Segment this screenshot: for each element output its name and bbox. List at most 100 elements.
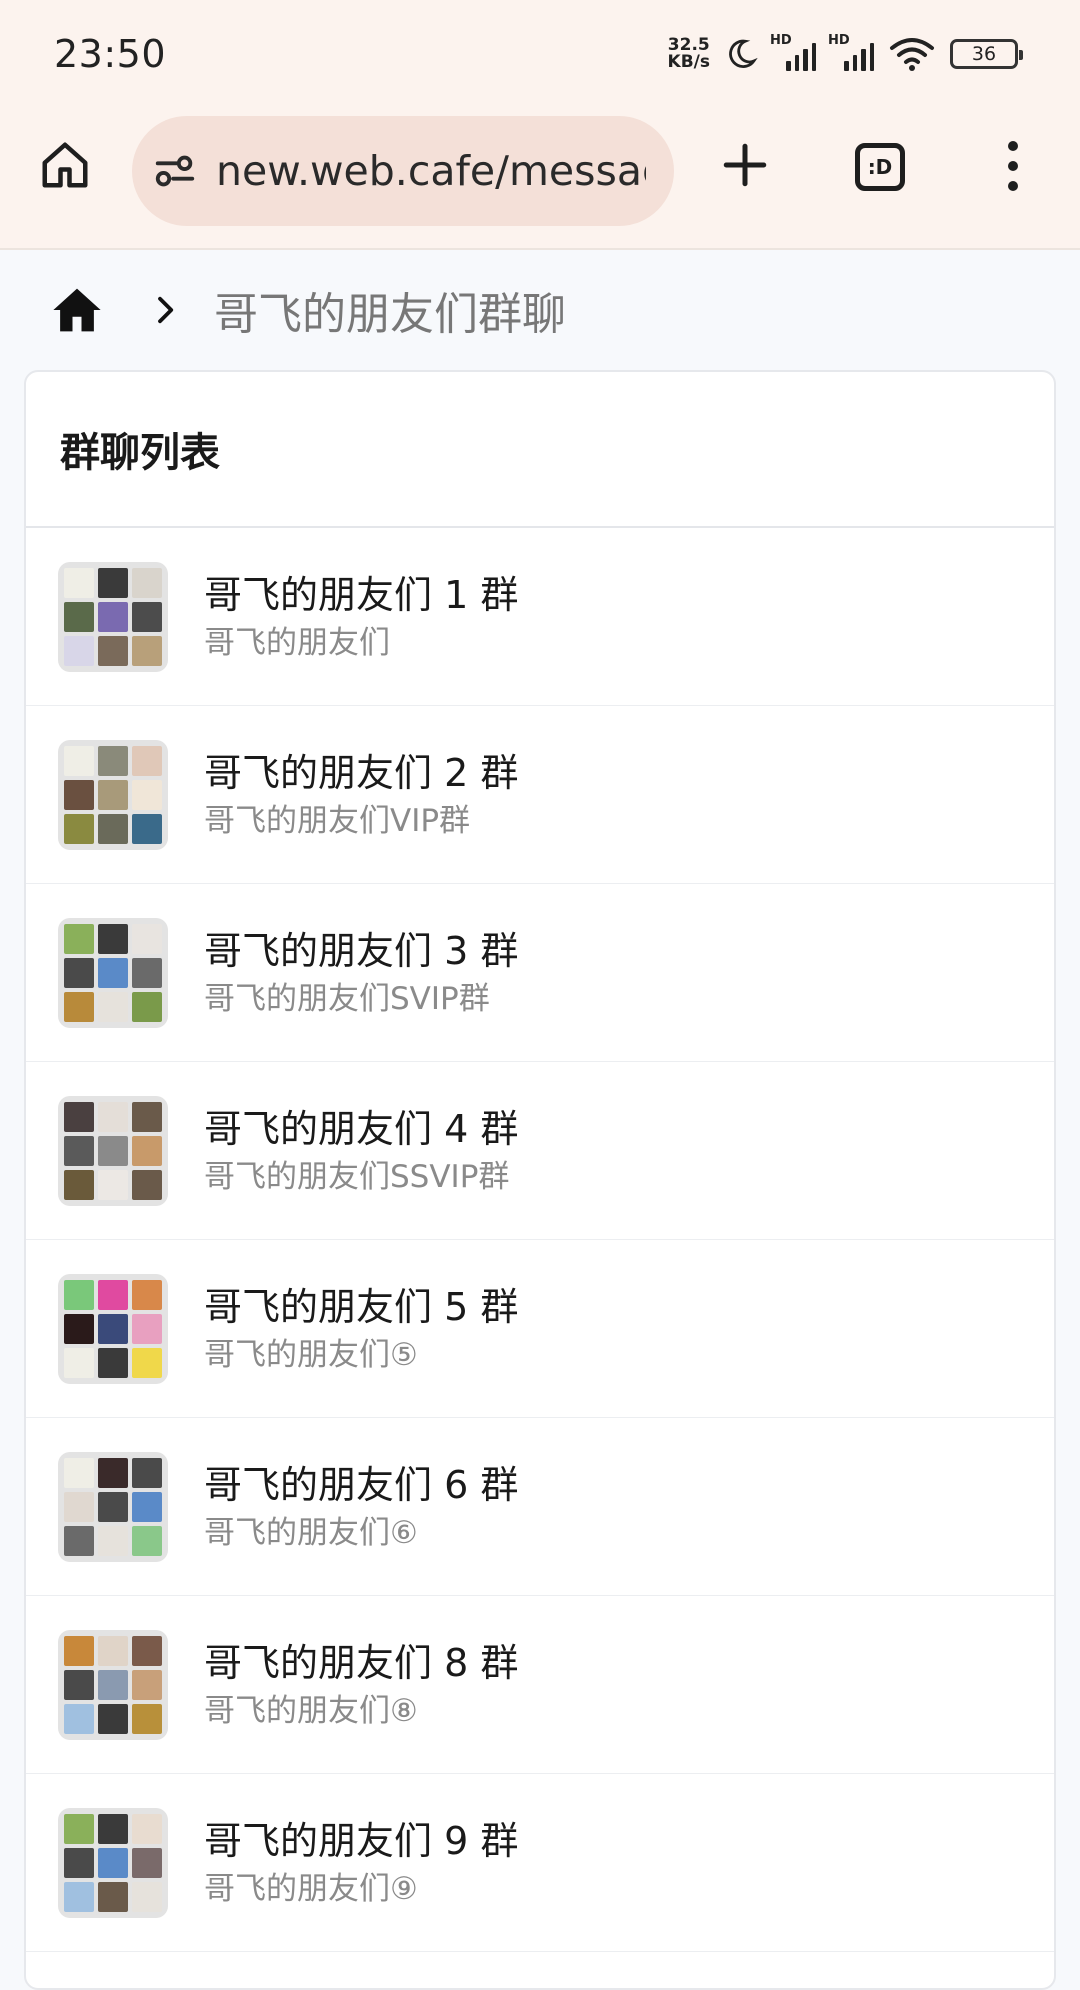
group-item[interactable]: 哥飞的朋友们 9 群哥飞的朋友们⑨ [26, 1774, 1054, 1952]
new-tab-button[interactable] [716, 136, 774, 194]
avatar-tile [132, 635, 162, 666]
avatar-tile [64, 1169, 94, 1200]
home-outline-icon [42, 142, 88, 188]
group-description: 哥飞的朋友们⑧ [204, 1692, 418, 1729]
home-icon[interactable] [50, 283, 104, 337]
avatar-tile [132, 1101, 162, 1132]
browser-toolbar: new.web.cafe/messag :D [0, 108, 1080, 250]
avatar-tile [64, 635, 94, 666]
avatar-tile [64, 991, 94, 1022]
site-settings-icon[interactable] [152, 148, 198, 194]
group-text: 哥飞的朋友们 6 群哥飞的朋友们⑥ [204, 1459, 518, 1555]
group-description: 哥飞的朋友们VIP群 [204, 802, 471, 839]
avatar-tile [64, 1491, 94, 1522]
avatar-tile [64, 567, 94, 598]
battery-icon: 36 [950, 39, 1023, 69]
avatar-tile [132, 1169, 162, 1200]
avatar-tile [98, 1457, 128, 1488]
avatar-tile [132, 1635, 162, 1666]
avatar-tile [64, 1881, 94, 1912]
card-header: 群聊列表 [26, 372, 1054, 528]
group-text: 哥飞的朋友们 4 群哥飞的朋友们SSVIP群 [204, 1103, 518, 1199]
avatar-tile [98, 601, 128, 632]
address-bar[interactable]: new.web.cafe/messag [132, 116, 674, 226]
avatar-tile [64, 1135, 94, 1166]
avatar-tile [64, 923, 94, 954]
group-item[interactable]: 哥飞的朋友们 1 群哥飞的朋友们 [26, 528, 1054, 706]
avatar-tile [98, 1635, 128, 1666]
avatar-tile [132, 1457, 162, 1488]
avatar-tile [64, 1457, 94, 1488]
avatar-tile [132, 1813, 162, 1844]
group-avatar [58, 1095, 168, 1206]
group-text: 哥飞的朋友们 5 群哥飞的朋友们⑤ [204, 1281, 518, 1377]
group-description: 哥飞的朋友们SVIP群 [204, 980, 490, 1017]
avatar-tile [98, 1101, 128, 1132]
breadcrumb-current: 哥飞的朋友们群聊 [214, 289, 566, 340]
avatar-tile [64, 1847, 94, 1878]
group-description: 哥飞的朋友们⑤ [204, 1336, 418, 1373]
browser-home-button[interactable] [36, 136, 94, 194]
avatar-tile [64, 957, 94, 988]
avatar-tile [64, 1669, 94, 1700]
avatar-tile [64, 1703, 94, 1734]
group-list-card: 群聊列表 哥飞的朋友们 1 群哥飞的朋友们哥飞的朋友们 2 群哥飞的朋友们VIP… [24, 370, 1056, 1990]
group-name: 哥飞的朋友们 8 群 [204, 1640, 519, 1685]
avatar-tile [64, 1279, 94, 1310]
avatar-tile [64, 601, 94, 632]
more-menu-button[interactable] [995, 136, 1031, 196]
avatar-tile [64, 745, 94, 776]
group-avatar [58, 561, 168, 672]
avatar-tile [132, 1881, 162, 1912]
avatar-tile [98, 745, 128, 776]
card-title: 群聊列表 [60, 430, 220, 476]
group-avatar [58, 1451, 168, 1562]
group-item[interactable]: 哥飞的朋友们 4 群哥飞的朋友们SSVIP群 [26, 1062, 1054, 1240]
avatar-tile [132, 1279, 162, 1310]
avatar-tile [98, 1881, 128, 1912]
status-icons: 32.5 KB/s HD HD 36 [668, 33, 1023, 72]
avatar-tile [132, 567, 162, 598]
avatar-tile [98, 1847, 128, 1878]
group-text: 哥飞的朋友们 8 群哥飞的朋友们⑧ [204, 1637, 518, 1733]
group-name: 哥飞的朋友们 1 群 [204, 572, 519, 617]
avatar-tile [132, 1491, 162, 1522]
moon-icon [729, 39, 758, 68]
avatar-tile [64, 1525, 94, 1556]
group-name: 哥飞的朋友们 2 群 [204, 750, 519, 795]
avatar-tile [98, 567, 128, 598]
group-avatar [58, 739, 168, 850]
group-avatar [58, 1273, 168, 1384]
avatar-tile [132, 1347, 162, 1378]
avatar-tile [98, 923, 128, 954]
avatar-tile [98, 1135, 128, 1166]
avatar-tile [132, 813, 162, 844]
avatar-tile [132, 1703, 162, 1734]
group-name: 哥飞的朋友们 3 群 [204, 928, 519, 973]
group-item[interactable]: 哥飞的朋友们 3 群哥飞的朋友们SVIP群 [26, 884, 1054, 1062]
more-vertical-icon [1008, 141, 1018, 151]
avatar-tile [98, 1491, 128, 1522]
signal-icon-2: HD [828, 33, 874, 71]
group-item[interactable]: 哥飞的朋友们 2 群哥飞的朋友们VIP群 [26, 706, 1054, 884]
chevron-right-icon [158, 296, 174, 324]
url-text[interactable]: new.web.cafe/messag [216, 147, 646, 195]
avatar-tile [98, 1525, 128, 1556]
tab-switcher-button[interactable]: :D [854, 142, 906, 192]
avatar-tile [98, 635, 128, 666]
avatar-tile [64, 1101, 94, 1132]
avatar-tile [98, 779, 128, 810]
group-item[interactable]: 哥飞的朋友们 5 群哥飞的朋友们⑤ [26, 1240, 1054, 1418]
avatar-tile [64, 813, 94, 844]
avatar-tile [64, 779, 94, 810]
group-item[interactable]: 哥飞的朋友们 6 群哥飞的朋友们⑥ [26, 1418, 1054, 1596]
avatar-tile [132, 1313, 162, 1344]
group-list: 哥飞的朋友们 1 群哥飞的朋友们 哥飞的朋友们 2 群哥飞的朋友们VIP群 哥飞的朋… [26, 528, 1054, 1952]
avatar-tile [132, 923, 162, 954]
avatar-tile [98, 1703, 128, 1734]
avatar-tile [132, 601, 162, 632]
group-item[interactable]: 哥飞的朋友们 8 群哥飞的朋友们⑧ [26, 1596, 1054, 1774]
status-time: 23:50 [54, 32, 167, 76]
avatar-tile [64, 1347, 94, 1378]
signal-icon: HD [770, 33, 816, 71]
